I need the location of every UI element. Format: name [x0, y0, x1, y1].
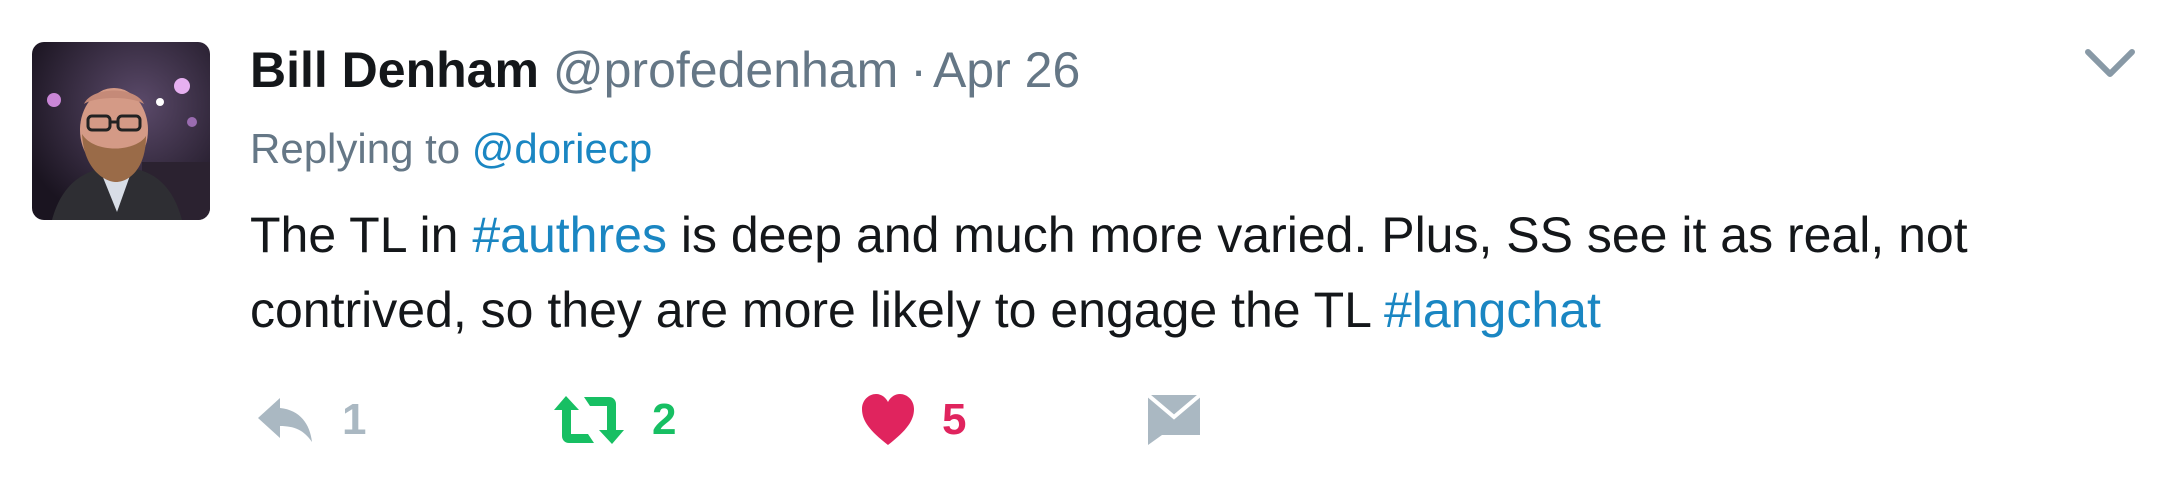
retweet-count: 2	[652, 395, 677, 444]
replying-prefix: Replying to	[250, 125, 461, 172]
tweet-text: The TL in #authres is deep and much more…	[250, 198, 2110, 348]
hashtag-link[interactable]: #authres	[472, 207, 667, 263]
tweet-text-line-2: contrived, so they are more likely to en…	[250, 273, 2110, 348]
separator: ·	[910, 42, 927, 98]
tweet-date[interactable]: Apr 26	[933, 42, 1080, 98]
retweet-icon	[554, 396, 624, 444]
tweet-text-line-1: The TL in #authres is deep and much more…	[250, 198, 2110, 273]
tweet-header: Bill Denham @profedenham · Apr 26	[250, 40, 1080, 100]
text-segment: contrived, so they are more likely to en…	[250, 282, 1371, 338]
reply-button[interactable]: 1	[254, 385, 366, 455]
envelope-icon	[1146, 393, 1202, 445]
text-segment: is deep and much more varied. Plus, SS s…	[680, 207, 1968, 263]
tweet: Bill Denham @profedenham · Apr 26 Replying…	[0, 0, 2160, 485]
avatar-image	[32, 42, 210, 220]
replying-to: Replying to @doriecp	[250, 124, 652, 174]
reply-icon	[258, 398, 312, 442]
author-name[interactable]: Bill Denham	[250, 42, 539, 98]
direct-message-button[interactable]	[1146, 385, 1202, 455]
author-handle[interactable]: @profedenham	[553, 42, 898, 98]
retweet-button[interactable]: 2	[552, 385, 676, 455]
like-count: 5	[942, 395, 967, 444]
avatar[interactable]	[32, 42, 210, 220]
replying-mention[interactable]: @doriecp	[472, 125, 652, 172]
chevron-down-icon[interactable]	[2082, 44, 2138, 84]
like-button[interactable]: 5	[860, 385, 966, 455]
reply-count: 1	[342, 395, 367, 444]
text-segment: The TL in	[250, 207, 459, 263]
heart-icon	[862, 394, 914, 445]
hashtag-link[interactable]: #langchat	[1384, 282, 1601, 338]
